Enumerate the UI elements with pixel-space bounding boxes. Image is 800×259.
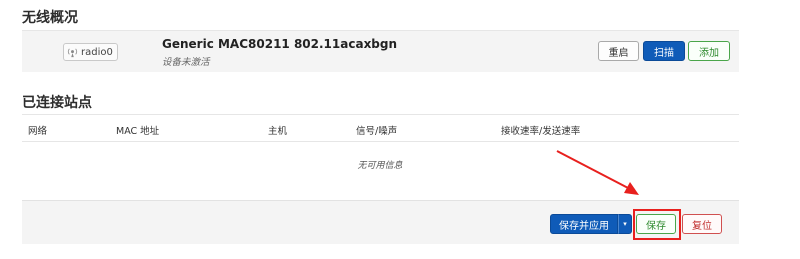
annotation-arrow [556, 150, 639, 195]
